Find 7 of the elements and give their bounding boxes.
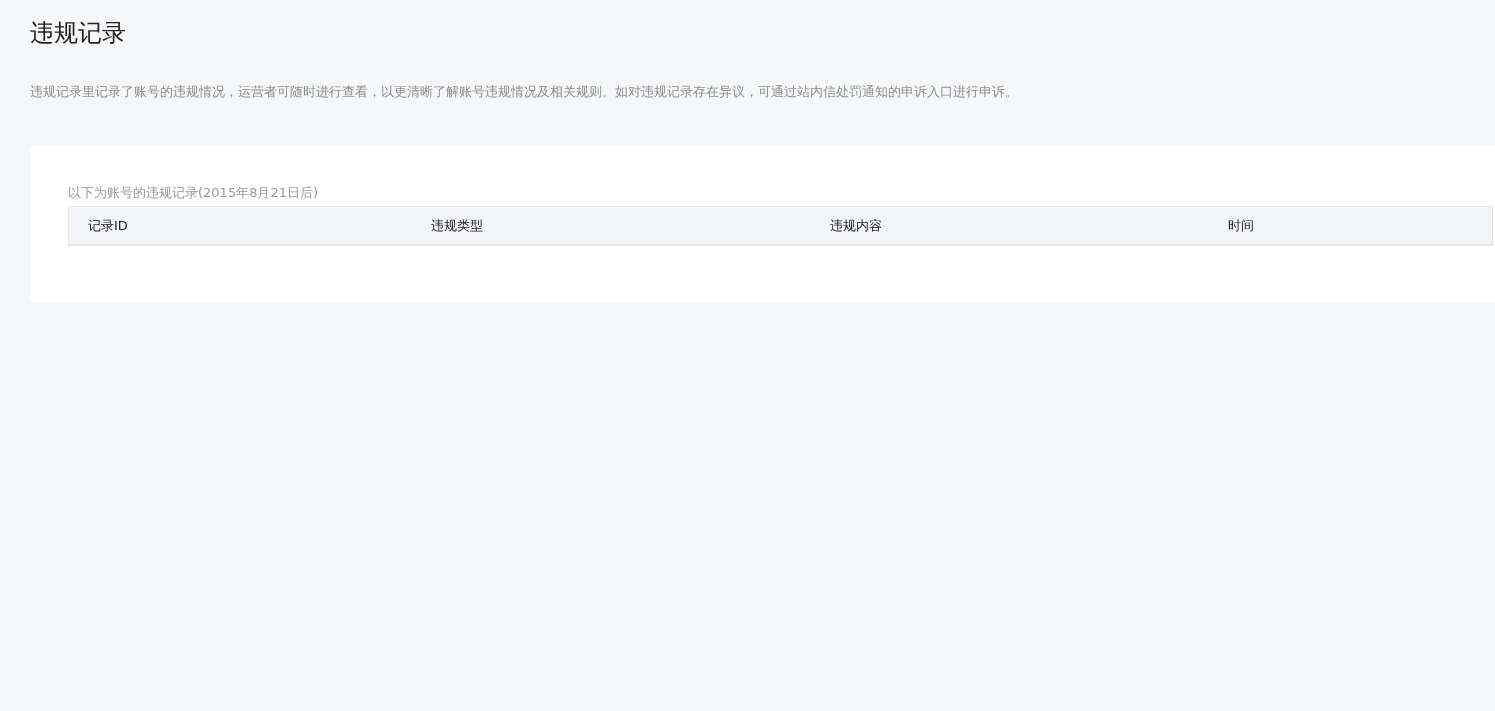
column-header: 时间 bbox=[1228, 217, 1254, 233]
column-header: 违规类型 bbox=[431, 217, 483, 233]
records-caption: 以下为账号的违规记录(2015年8月21日后) bbox=[68, 184, 320, 202]
page-description: 违规记录里记录了账号的违规情况，运营者可随时进行查看，以更清晰了解账号违规情况及相关规则。如对违规记录存在异议，可通过站内信处罚通知的申诉入口进行申诉。 bbox=[30, 83, 1019, 101]
column-header: 记录ID bbox=[88, 217, 128, 233]
column-header: 违规内容 bbox=[830, 217, 882, 233]
page-title: 违规记录 bbox=[30, 18, 127, 49]
